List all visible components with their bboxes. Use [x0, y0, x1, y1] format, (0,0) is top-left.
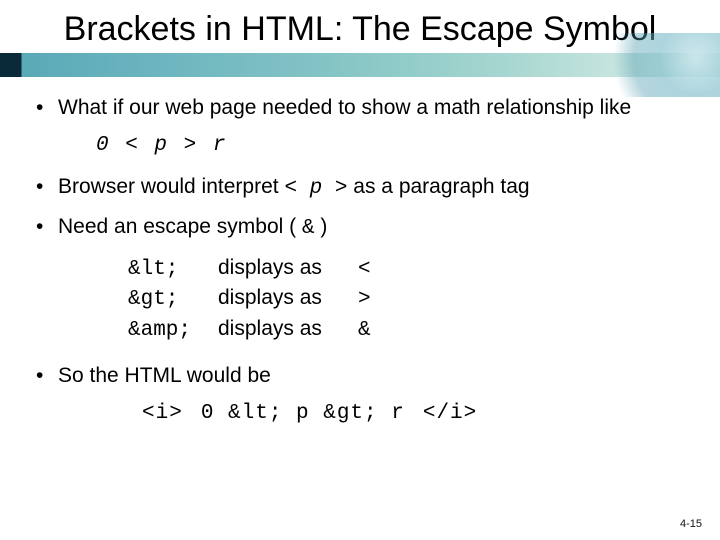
decorative-banner [0, 53, 720, 77]
bullet-1-code: 0 < p > r [36, 133, 684, 159]
bullet-2-part-b: as a paragraph tag [347, 175, 529, 198]
bullet-1: • What if our web page needed to show a … [36, 95, 684, 121]
escape-row: &gt; displays as > [128, 284, 684, 314]
bullet-3-amp: & [302, 217, 315, 240]
escape-label: displays as [218, 315, 358, 343]
bullet-2-text: Browser would interpret < p > as a parag… [58, 174, 684, 202]
escape-symbol: < [358, 256, 388, 284]
bullet-2-tag: < p > [284, 177, 347, 200]
escape-table: &lt; displays as < &gt; displays as > &a… [36, 254, 684, 345]
bullet-dot: • [36, 363, 58, 389]
html-example: <i> 0 &lt; p &gt; r </i> [36, 401, 684, 427]
escape-label: displays as [218, 284, 358, 312]
escape-code: &lt; [128, 256, 218, 284]
html-open-tag: <i> [142, 402, 183, 425]
html-close-tag: </i> [423, 402, 477, 425]
escape-symbol: & [358, 317, 388, 345]
bullet-2: • Browser would interpret < p > as a par… [36, 174, 684, 202]
slide-title: Brackets in HTML: The Escape Symbol [40, 10, 680, 49]
escape-row: &lt; displays as < [128, 254, 684, 284]
bullet-3-text: Need an escape symbol ( & ) [58, 214, 684, 242]
page-number: 4-15 [680, 518, 702, 530]
bullet-4: • So the HTML would be [36, 363, 684, 389]
escape-symbol: > [358, 286, 388, 314]
escape-code: &gt; [128, 286, 218, 314]
escape-label: displays as [218, 254, 358, 282]
bullet-dot: • [36, 95, 58, 121]
bullet-2-part-a: Browser would interpret [58, 175, 284, 198]
slide-title-area: Brackets in HTML: The Escape Symbol [0, 0, 720, 53]
bullet-1-text: What if our web page needed to show a ma… [58, 95, 684, 121]
escape-row: &amp; displays as & [128, 315, 684, 345]
bullet-dot: • [36, 174, 58, 200]
bullet-3-part-b: ) [315, 215, 328, 238]
slide-content: • What if our web page needed to show a … [0, 95, 720, 428]
bullet-dot: • [36, 214, 58, 240]
bullet-3: • Need an escape symbol ( & ) [36, 214, 684, 242]
bullet-4-text: So the HTML would be [58, 363, 684, 389]
bullet-3-part-a: Need an escape symbol ( [58, 215, 302, 238]
html-body: 0 &lt; p &gt; r [201, 402, 405, 425]
escape-code: &amp; [128, 317, 218, 345]
